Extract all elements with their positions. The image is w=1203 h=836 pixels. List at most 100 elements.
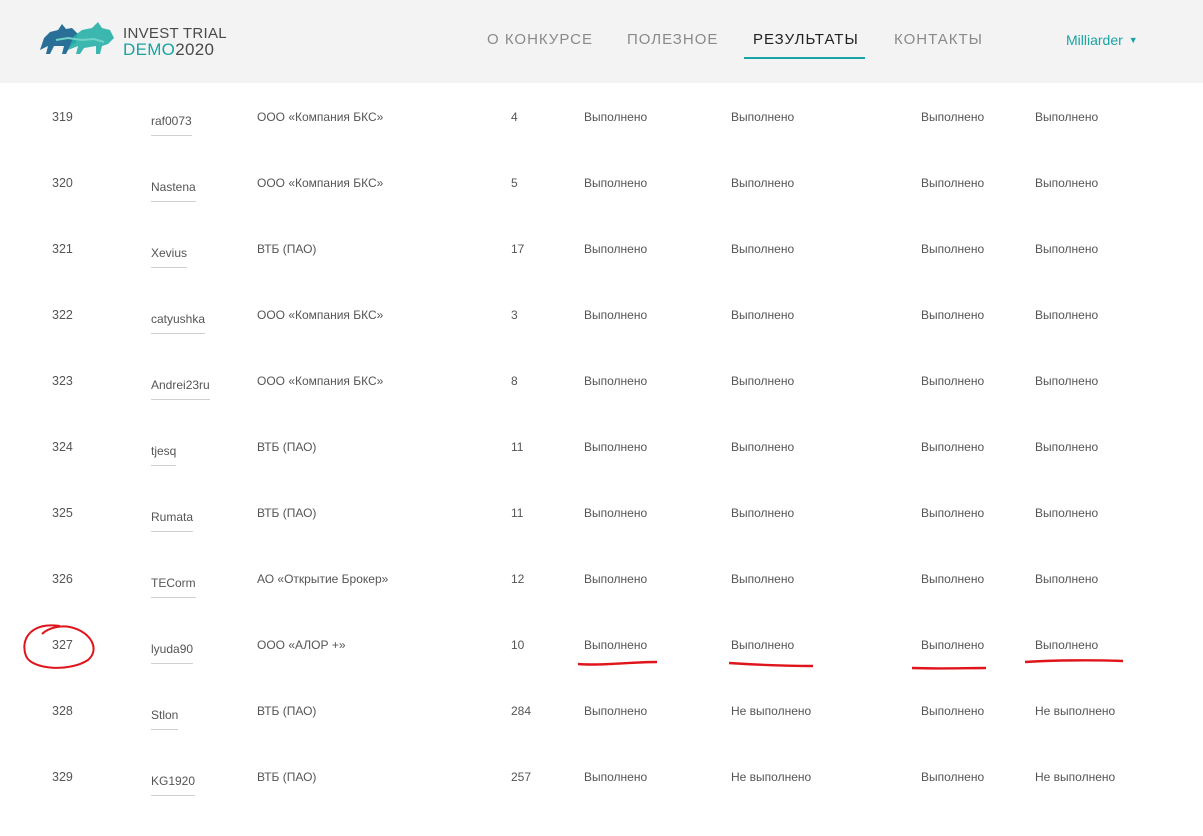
status-3: Выполнено <box>921 638 984 652</box>
nav-contacts[interactable]: КОНТАКТЫ <box>894 31 983 48</box>
broker-name: ООО «Компания БКС» <box>257 110 383 124</box>
row-number: 320 <box>52 176 73 190</box>
username-link[interactable]: Rumata <box>151 510 193 532</box>
username-link[interactable]: Andrei23ru <box>151 378 210 400</box>
status-3: Выполнено <box>921 374 984 388</box>
trade-count: 10 <box>511 638 524 652</box>
status-2: Выполнено <box>731 308 794 322</box>
status-2: Выполнено <box>731 176 794 190</box>
username-link[interactable]: catyushka <box>151 312 205 334</box>
row-number: 328 <box>52 704 73 718</box>
broker-name: ООО «АЛОР +» <box>257 638 346 652</box>
trade-count: 3 <box>511 308 518 322</box>
nav-active-underline <box>744 57 865 59</box>
user-menu[interactable]: Milliarder ▼ <box>1066 32 1138 48</box>
username-link[interactable]: Stlon <box>151 708 178 730</box>
row-number: 324 <box>52 440 73 454</box>
status-4: Выполнено <box>1035 308 1098 322</box>
username-link[interactable]: tjesq <box>151 444 176 466</box>
status-4: Выполнено <box>1035 506 1098 520</box>
status-1: Выполнено <box>584 110 647 124</box>
row-number: 327 <box>52 638 73 652</box>
status-4: Выполнено <box>1035 242 1098 256</box>
broker-name: ВТБ (ПАО) <box>257 770 316 784</box>
status-1: Выполнено <box>584 308 647 322</box>
status-1: Выполнено <box>584 506 647 520</box>
status-4: Выполнено <box>1035 572 1098 586</box>
status-4: Не выполнено <box>1035 704 1115 718</box>
username-link[interactable]: TECorm <box>151 576 196 598</box>
status-4: Выполнено <box>1035 374 1098 388</box>
status-4: Не выполнено <box>1035 770 1115 784</box>
status-2: Не выполнено <box>731 704 811 718</box>
table-row: 324 tjesq ВТБ (ПАО) 11 Выполнено Выполнено Вып… <box>0 440 1203 506</box>
row-number: 329 <box>52 770 73 784</box>
broker-name: АО «Открытие Брокер» <box>257 572 388 586</box>
trade-count: 11 <box>511 440 523 454</box>
status-1: Выполнено <box>584 638 647 652</box>
status-2: Выполнено <box>731 638 794 652</box>
table-row: 325RumataВТБ (ПАО)11ВыполненоВыполненоВы… <box>0 506 1203 572</box>
broker-name: ВТБ (ПАО) <box>257 440 316 454</box>
site-logo[interactable]: INVEST TRIAL DEMO2020 <box>38 17 218 59</box>
status-3: Выполнено <box>921 506 984 520</box>
status-2: Не выполнено <box>731 770 811 784</box>
status-4: Выполнено <box>1035 440 1098 454</box>
status-2: Выполнено <box>731 110 794 124</box>
nav-about[interactable]: О КОНКУРСЕ <box>487 31 593 48</box>
table-row: 319 raf0073 ООО «Компания БКС» 4 Выполнено Вы… <box>0 110 1203 176</box>
trade-count: 284 <box>511 704 531 718</box>
broker-name: ООО «Компания БКС» <box>257 176 383 190</box>
table-row: 323Andrei23ruООО «Компания БКС»8Выполнен… <box>0 374 1203 440</box>
status-4: Выполнено <box>1035 176 1098 190</box>
status-2: Выполнено <box>731 440 794 454</box>
status-4: Выполнено <box>1035 110 1098 124</box>
username-link[interactable]: Xevius <box>151 246 187 268</box>
status-3: Выполнено <box>921 176 984 190</box>
nav-results[interactable]: РЕЗУЛЬТАТЫ <box>753 31 859 48</box>
status-3: Выполнено <box>921 572 984 586</box>
row-number: 325 <box>52 506 73 520</box>
broker-name: ВТБ (ПАО) <box>257 704 316 718</box>
trade-count: 12 <box>511 572 524 586</box>
status-1: Выполнено <box>584 176 647 190</box>
row-number: 323 <box>52 374 73 388</box>
user-name: Milliarder <box>1066 32 1123 48</box>
broker-name: ВТБ (ПАО) <box>257 242 316 256</box>
status-1: Выполнено <box>584 770 647 784</box>
table-row: 328 Stlon ВТБ (ПАО) 284 Выполнено Не выполнен… <box>0 704 1203 770</box>
table-row: 321 Xevius ВТБ (ПАО) 17 Выполнено Выполнено Вы… <box>0 242 1203 308</box>
table-row: 329KG1920ВТБ (ПАО)257ВыполненоНе выполне… <box>0 770 1203 836</box>
trade-count: 17 <box>511 242 524 256</box>
row-number: 322 <box>52 308 73 322</box>
caret-down-icon: ▼ <box>1129 35 1138 45</box>
status-1: Выполнено <box>584 440 647 454</box>
status-1: Выполнено <box>584 374 647 388</box>
logo-subtitle: DEMO2020 <box>123 40 214 60</box>
status-3: Выполнено <box>921 308 984 322</box>
status-3: Выполнено <box>921 242 984 256</box>
trade-count: 5 <box>511 176 518 190</box>
row-number: 319 <box>52 110 73 124</box>
logo-year-text: 2020 <box>175 40 214 59</box>
username-link[interactable]: Nastena <box>151 180 196 202</box>
trade-count: 4 <box>511 110 518 124</box>
nav-useful[interactable]: ПОЛЕЗНОЕ <box>627 31 718 48</box>
username-link[interactable]: raf0073 <box>151 114 192 136</box>
status-2: Выполнено <box>731 572 794 586</box>
table-row: 327 lyuda90 ООО «АЛОР +» 10 Выполнено Выполне… <box>0 638 1203 704</box>
status-1: Выполнено <box>584 242 647 256</box>
status-3: Выполнено <box>921 704 984 718</box>
table-row: 322 catyushka ООО «Компания БКС» 3 Выполнено… <box>0 308 1203 374</box>
username-link[interactable]: KG1920 <box>151 774 195 796</box>
broker-name: ВТБ (ПАО) <box>257 506 316 520</box>
row-number: 321 <box>52 242 73 256</box>
status-1: Выполнено <box>584 704 647 718</box>
status-2: Выполнено <box>731 242 794 256</box>
table-row: 326TECormАО «Открытие Брокер»12Выполнено… <box>0 572 1203 638</box>
username-link[interactable]: lyuda90 <box>151 642 193 664</box>
status-4: Выполнено <box>1035 638 1098 652</box>
status-2: Выполнено <box>731 506 794 520</box>
broker-name: ООО «Компания БКС» <box>257 308 383 322</box>
status-2: Выполнено <box>731 374 794 388</box>
